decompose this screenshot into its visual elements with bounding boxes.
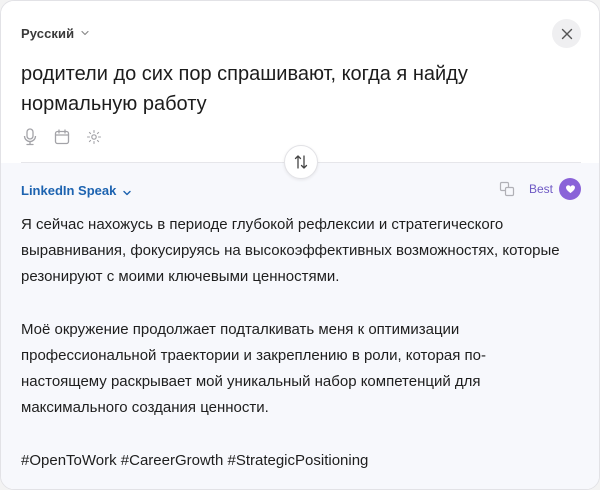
result-toolbar: Best [499,178,581,200]
close-icon [561,28,572,39]
microphone-icon[interactable] [21,128,39,146]
quality-label: Best [528,182,553,196]
source-language-select[interactable]: Русский [21,23,90,43]
heart-icon [565,185,575,194]
translation-output: Я сейчас нахожусь в периоде глубокой реф… [21,212,566,474]
translator-card: Русский родители до сих пор спрашивают, … [0,0,600,490]
source-pane: Русский родители до сих пор спрашивают, … [1,1,599,163]
result-pane: LinkedIn Speak Best Я сейчас нахожусь в … [1,163,599,489]
source-toolbar [21,128,103,146]
sparkle-icon[interactable] [85,128,103,146]
close-button[interactable] [552,19,581,48]
chevron-down-icon [81,30,89,36]
output-hashtags: #OpenToWork #CareerGrowth #StrategicPosi… [21,452,369,469]
calendar-icon[interactable] [53,128,71,146]
copy-icon[interactable] [499,180,517,198]
source-text-input[interactable]: родители до сих пор спрашивают, когда я … [21,59,561,119]
style-select[interactable]: LinkedIn Speak [21,183,132,198]
output-paragraph: Я сейчас нахожусь в периоде глубокой реф… [21,216,560,285]
swap-icon [294,155,308,169]
chevron-down-icon [123,190,132,195]
source-language-label: Русский [21,25,75,41]
style-label: LinkedIn Speak [21,183,117,198]
favorite-button[interactable] [559,178,581,200]
output-paragraph: Моё окружение продолжает подталкивать ме… [21,321,487,416]
swap-button[interactable] [284,145,318,179]
